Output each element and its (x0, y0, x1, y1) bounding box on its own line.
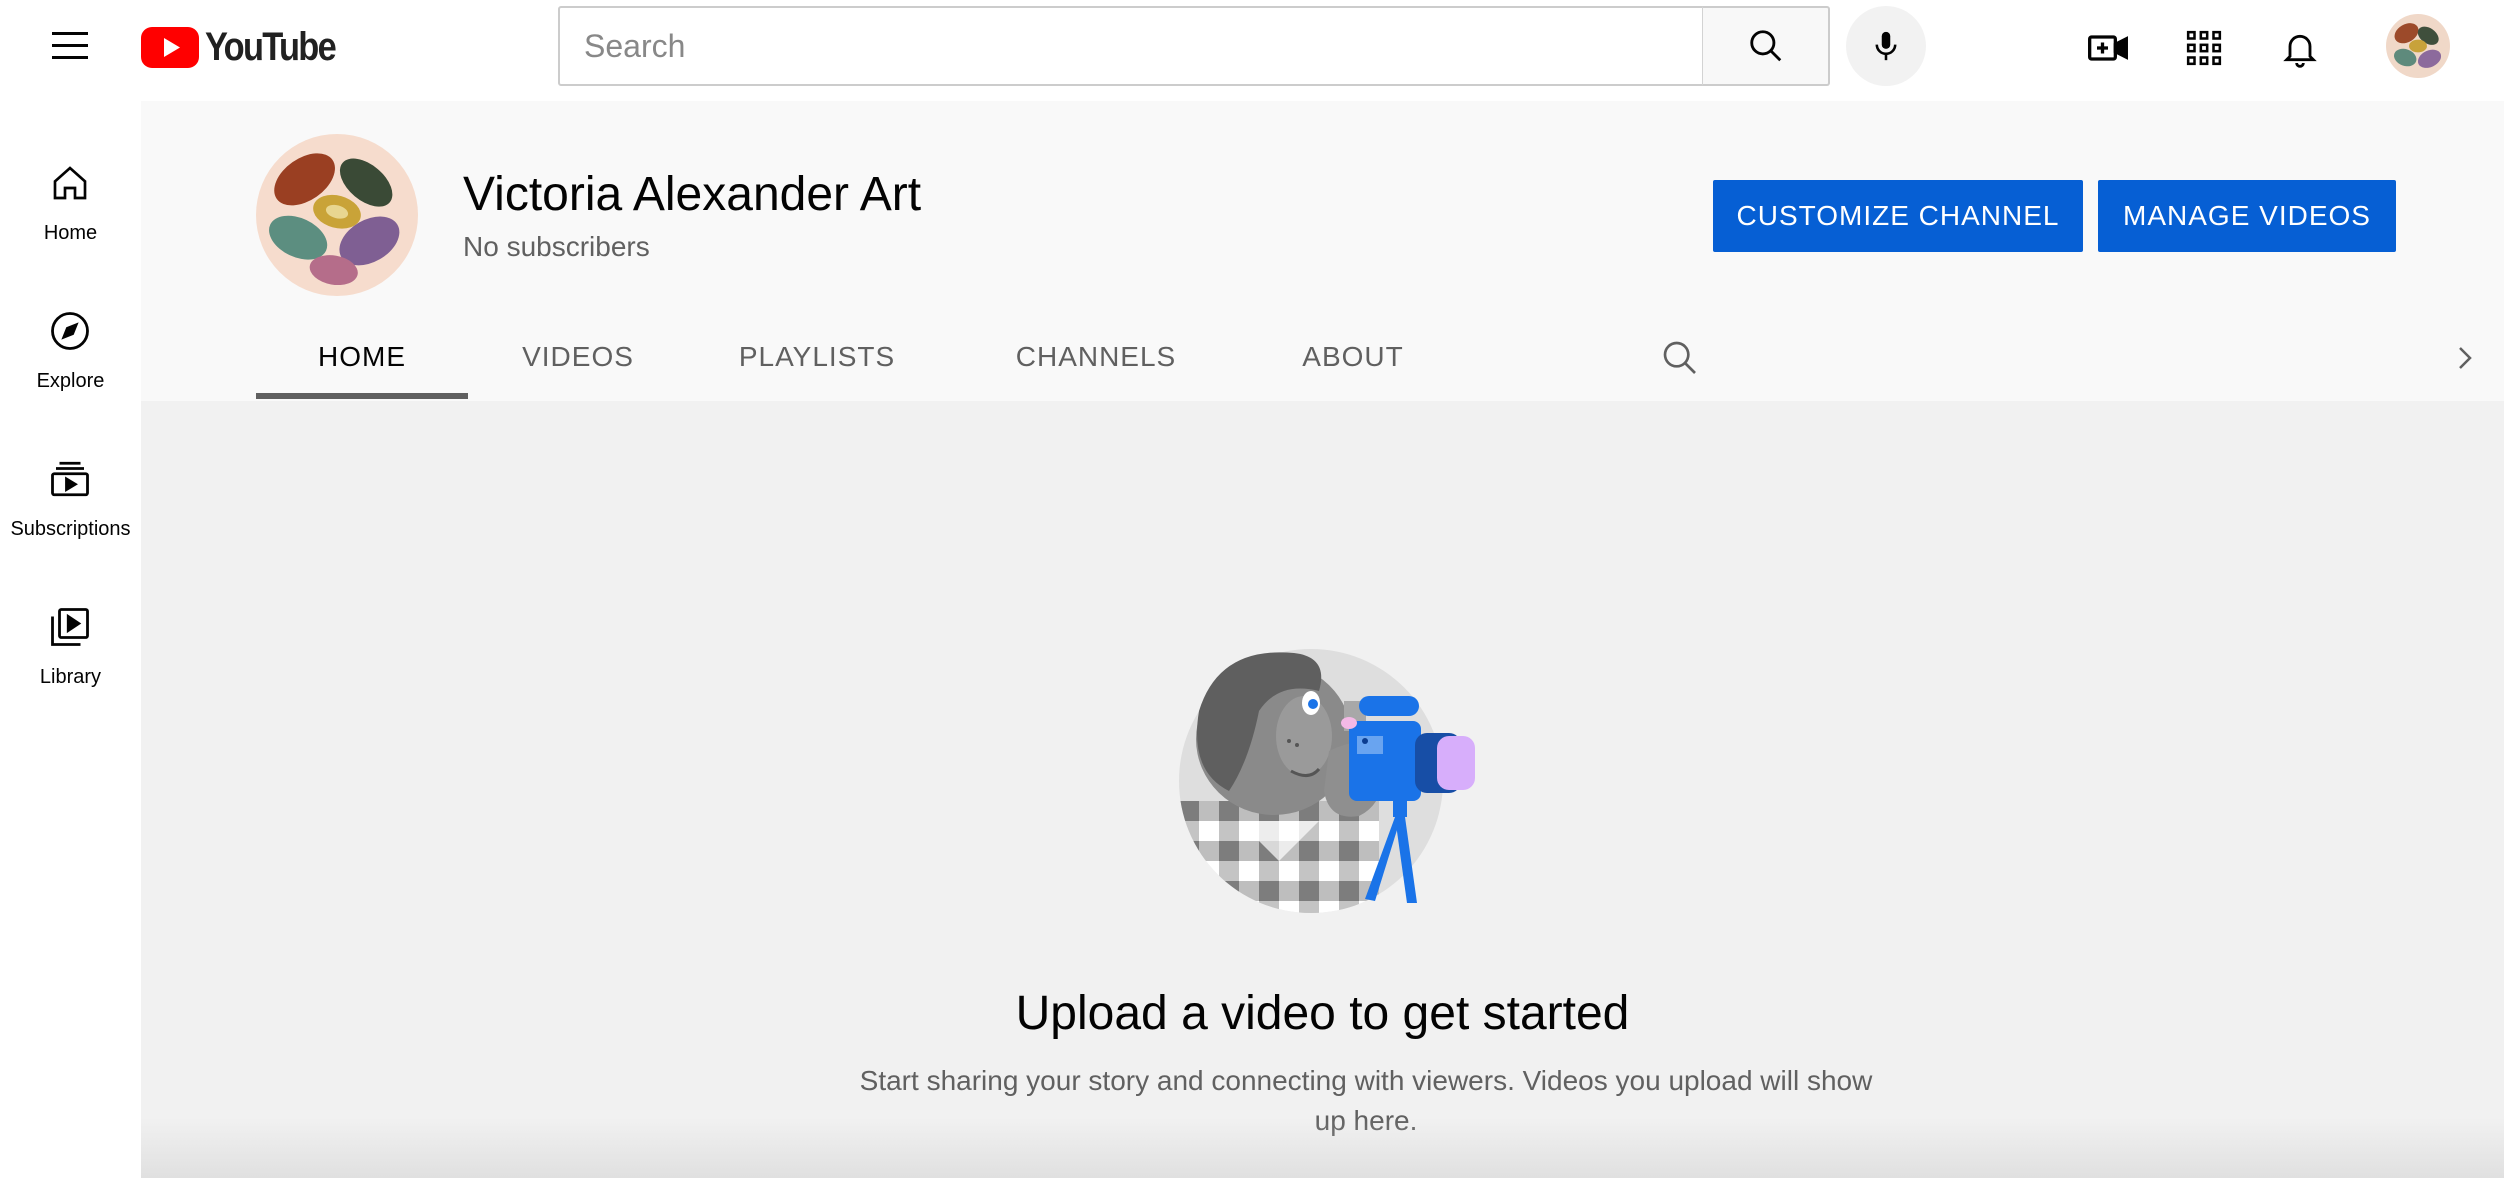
tab-about[interactable]: ABOUT (1246, 313, 1460, 401)
mic-icon (1875, 31, 1897, 61)
youtube-play-logo-icon (141, 26, 199, 68)
sidebar-item-explore[interactable]: Explore (0, 267, 141, 397)
apps-button[interactable] (2176, 20, 2232, 76)
sidebar-item-library[interactable]: Library (0, 563, 141, 693)
search-icon (1663, 341, 1696, 374)
notifications-button[interactable] (2272, 20, 2328, 76)
sidebar-item-label: Home (43, 222, 98, 244)
home-icon (46, 159, 94, 207)
create-video-icon (2088, 35, 2128, 61)
youtube-logo[interactable]: YouTube (141, 24, 371, 70)
channel-tabs: HOME VIDEOS PLAYLISTS CHANNELS ABOUT (256, 313, 2504, 401)
search-box (558, 6, 1704, 86)
logo-text: YouTube (205, 24, 337, 69)
search-icon (1749, 30, 1781, 62)
avatar-art-image (2386, 14, 2450, 78)
manage-videos-button[interactable]: MANAGE VIDEOS (2098, 180, 2396, 252)
masthead: YouTube (0, 0, 2504, 101)
voice-search-button[interactable] (1846, 6, 1926, 86)
search-button[interactable] (1702, 6, 1830, 86)
videographer-illustration (1179, 649, 1475, 913)
search-input[interactable] (560, 8, 1702, 84)
subscriber-count: No subscribers (463, 231, 650, 262)
tabs-scroll-right-button[interactable] (2440, 333, 2490, 383)
channel-avatar-art-image (256, 134, 418, 296)
sidebar-item-label: Explore (36, 370, 105, 392)
create-video-button[interactable] (2080, 20, 2136, 76)
sidebar-item-label: Library (39, 666, 102, 688)
tab-playlists[interactable]: PLAYLISTS (688, 313, 946, 401)
empty-state-title: Upload a video to get started (1015, 987, 1630, 1040)
channel-content: Upload a video to get started Start shar… (141, 401, 2504, 1178)
tab-channels[interactable]: CHANNELS (946, 313, 1246, 401)
sidebar-item-label: Subscriptions (10, 518, 131, 540)
channel-header: Victoria Alexander Art No subscribers CU… (141, 101, 2504, 401)
scroll-shadow (141, 1118, 2504, 1178)
library-icon (46, 603, 94, 651)
menu-icon[interactable] (48, 28, 92, 64)
customize-channel-button[interactable]: CUSTOMIZE CHANNEL (1713, 180, 2083, 252)
chevron-right-icon (2459, 347, 2472, 369)
compass-icon (46, 307, 94, 355)
sidebar-item-home[interactable]: Home (0, 119, 141, 249)
subscriptions-icon (46, 455, 94, 503)
apps-icon (2186, 30, 2222, 66)
tab-home[interactable]: HOME (256, 313, 468, 401)
account-avatar[interactable] (2386, 14, 2450, 78)
channel-search-button[interactable] (1655, 333, 1705, 383)
sidebar-item-subscriptions[interactable]: Subscriptions (0, 415, 141, 545)
channel-name: Victoria Alexander Art (463, 168, 922, 221)
bell-icon (2283, 34, 2317, 68)
tab-videos[interactable]: VIDEOS (468, 313, 688, 401)
guide-sidebar: Home Explore Subscriptions Library (0, 101, 141, 1178)
channel-avatar (256, 134, 418, 296)
